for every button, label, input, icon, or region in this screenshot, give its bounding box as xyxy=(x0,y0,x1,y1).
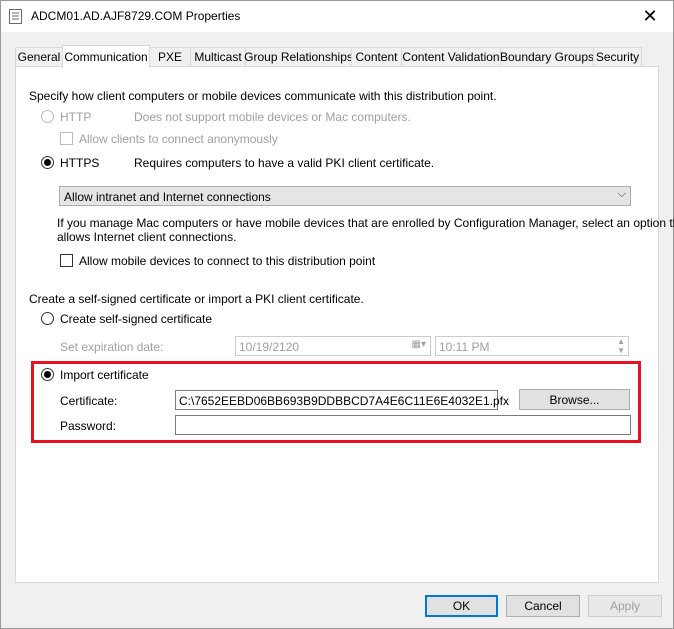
https-label: HTTPS xyxy=(60,156,100,170)
expiration-date-value: 10/19/2120 xyxy=(239,340,300,354)
ok-button[interactable]: OK xyxy=(425,595,498,617)
close-icon: ✕ xyxy=(642,6,658,26)
close-button[interactable]: ✕ xyxy=(627,1,673,32)
allow-mobile-label: Allow mobile devices to connect to this … xyxy=(79,254,376,268)
http-description: Does not support mobile devices or Mac c… xyxy=(134,110,411,124)
window-title: ADCM01.AD.AJF8729.COM Properties xyxy=(31,9,241,23)
calendar-icon: ▦▾ xyxy=(411,339,426,350)
mac-info-line2: allows Internet client connections. xyxy=(57,230,237,244)
password-label: Password: xyxy=(60,419,117,433)
http-radio[interactable] xyxy=(41,110,54,123)
tab-pxe[interactable]: PXE xyxy=(149,47,191,66)
allow-mobile-checkbox[interactable] xyxy=(60,254,73,267)
tab-boundary-groups[interactable]: Boundary Groups xyxy=(500,47,594,66)
browse-button[interactable]: Browse... xyxy=(519,389,630,410)
expiration-time-value: 10:11 PM xyxy=(439,340,490,354)
title-bar: ADCM01.AD.AJF8729.COM Properties ✕ xyxy=(1,1,673,32)
tab-security[interactable]: Security xyxy=(593,47,642,66)
certificate-label: Certificate: xyxy=(60,394,118,408)
properties-dialog: ADCM01.AD.AJF8729.COM Properties ✕ Gener… xyxy=(0,0,674,629)
certificate-intro: Create a self-signed certificate or impo… xyxy=(29,292,364,306)
expiration-label: Set expiration date: xyxy=(60,340,164,354)
certificate-path-field[interactable]: C:\7652EEBD06BB693B9DDBBCD7A4E6C11E6E403… xyxy=(175,390,509,410)
connection-type-value: Allow intranet and Internet connections xyxy=(64,190,271,204)
expiration-date-picker[interactable]: 10/19/2120 ▦▾ xyxy=(235,336,431,356)
cancel-button[interactable]: Cancel xyxy=(506,595,580,617)
tab-general[interactable]: General xyxy=(15,47,63,66)
import-certificate-label: Import certificate xyxy=(60,368,149,382)
password-field[interactable] xyxy=(175,415,631,435)
http-label: HTTP xyxy=(60,110,92,124)
communication-intro: Specify how client computers or mobile d… xyxy=(29,89,497,103)
properties-icon xyxy=(9,9,22,24)
import-radio-selected-dot xyxy=(44,371,51,378)
connection-type-dropdown[interactable]: Allow intranet and Internet connections … xyxy=(59,186,631,206)
tab-group-relationships[interactable]: Group Relationships xyxy=(244,47,353,66)
mac-info-line1: If you manage Mac computers or have mobi… xyxy=(57,216,674,230)
certificate-path-value: C:\7652EEBD06BB693B9DDBBCD7A4E6C11E6E403… xyxy=(179,394,509,408)
import-certificate-radio[interactable] xyxy=(41,368,54,381)
tab-content-validation[interactable]: Content Validation xyxy=(401,47,501,66)
tab-multicast[interactable]: Multicast xyxy=(190,47,246,66)
expiration-time-picker[interactable]: 10:11 PM ▲ ▼ xyxy=(435,336,629,356)
tab-content[interactable]: Content xyxy=(351,47,402,66)
self-signed-label: Create self-signed certificate xyxy=(60,312,213,326)
allow-anonymous-checkbox[interactable] xyxy=(60,132,73,145)
self-signed-radio[interactable] xyxy=(41,312,54,325)
apply-button[interactable]: Apply xyxy=(588,595,662,617)
chevron-down-icon: ⌵ xyxy=(617,188,626,200)
https-radio-selected-dot xyxy=(44,159,51,166)
allow-anonymous-label: Allow clients to connect anonymously xyxy=(79,132,278,146)
https-radio[interactable] xyxy=(41,156,54,169)
spinner-icon: ▲ ▼ xyxy=(617,337,625,355)
https-description: Requires computers to have a valid PKI c… xyxy=(134,156,435,170)
tab-communication[interactable]: Communication xyxy=(62,45,150,68)
